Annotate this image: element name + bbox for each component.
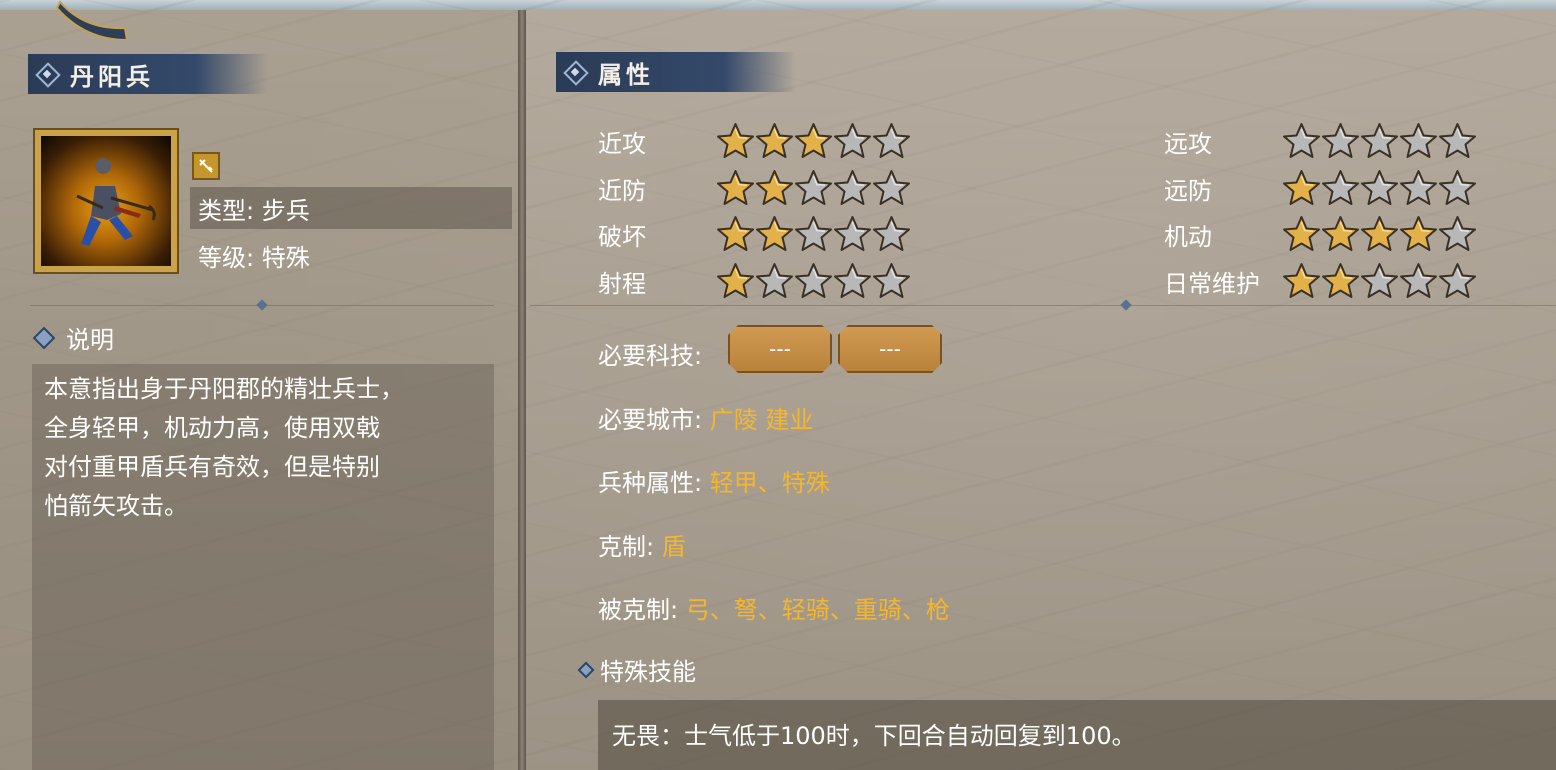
required-city-row: 必要城市: 广陵 建业	[598, 406, 814, 434]
description-heading: 说明	[32, 320, 114, 355]
unit-attribute-row: 兵种属性: 轻甲、特殊	[598, 469, 830, 497]
counters-row: 克制: 盾	[598, 533, 686, 561]
attr-rating-left-3	[716, 262, 911, 300]
attr-label-left-2: 破坏	[598, 223, 646, 251]
unit-title-bar: 丹阳兵	[28, 54, 268, 94]
star-empty-icon	[795, 170, 832, 205]
countered-by-row: 被克制: 弓、弩、轻骑、重骑、枪	[598, 596, 950, 624]
countered-by-value: 弓、弩、轻骑、重骑、枪	[685, 596, 950, 624]
attr-rating-right-2	[1282, 215, 1477, 253]
star-empty-icon	[1439, 170, 1476, 205]
star-empty-icon	[834, 216, 871, 251]
star-filled-icon	[756, 216, 793, 251]
star-empty-icon	[873, 216, 910, 251]
star-filled-icon	[1283, 263, 1320, 298]
star-filled-icon	[717, 216, 754, 251]
attr-rating-left-0	[716, 122, 911, 160]
infantry-type-badge-icon	[192, 152, 220, 180]
unit-grade-row: 等级: 特殊	[190, 234, 512, 276]
special-skill-heading: 特殊技能	[577, 652, 696, 687]
star-empty-icon	[1283, 123, 1320, 158]
star-empty-icon	[1361, 263, 1398, 298]
star-empty-icon	[1439, 263, 1476, 298]
attr-label-left-0: 近攻	[598, 130, 646, 158]
star-filled-icon	[717, 123, 754, 158]
required-tech-label: 必要科技:	[598, 342, 703, 370]
description-text: 本意指出身于丹阳郡的精壮兵士， 全身轻甲，机动力高，使用双戟 对付重甲盾兵有奇效…	[44, 375, 404, 520]
star-empty-icon	[1322, 123, 1359, 158]
attr-rating-right-3	[1282, 262, 1477, 300]
star-empty-icon	[1400, 170, 1437, 205]
special-skill-text: 无畏：士气低于100时，下回合自动回复到100。	[612, 722, 1136, 750]
star-filled-icon	[717, 263, 754, 298]
star-empty-icon	[1322, 170, 1359, 205]
star-empty-icon	[834, 123, 871, 158]
top-frame-strip	[0, 0, 1556, 10]
star-empty-icon	[756, 263, 793, 298]
attr-rating-left-1	[716, 169, 911, 207]
attr-rating-left-2	[716, 215, 911, 253]
attr-label-left-1: 近防	[598, 177, 646, 205]
star-empty-icon	[1439, 216, 1476, 251]
counters-value: 盾	[661, 533, 686, 561]
star-filled-icon	[1283, 170, 1320, 205]
title-diamond-icon	[564, 61, 586, 83]
unit-attribute-value: 轻甲、特殊	[709, 469, 830, 497]
star-empty-icon	[873, 170, 910, 205]
star-filled-icon	[756, 123, 793, 158]
star-filled-icon	[1361, 216, 1398, 251]
star-empty-icon	[795, 216, 832, 251]
star-empty-icon	[834, 170, 871, 205]
star-empty-icon	[873, 123, 910, 158]
required-tech-slot-2[interactable]: ---	[838, 325, 942, 373]
attributes-heading: 属性	[598, 59, 654, 89]
unit-type-row: 类型: 步兵	[190, 187, 512, 229]
star-empty-icon	[1400, 263, 1437, 298]
title-diamond-icon	[36, 63, 58, 85]
star-filled-icon	[1283, 216, 1320, 251]
required-city-value: 广陵 建业	[709, 406, 814, 434]
star-filled-icon	[795, 123, 832, 158]
star-filled-icon	[717, 170, 754, 205]
section-diamond-icon	[32, 326, 56, 349]
star-filled-icon	[1322, 216, 1359, 251]
star-empty-icon	[1439, 123, 1476, 158]
unit-type-text: 类型: 步兵	[198, 196, 310, 225]
star-filled-icon	[1322, 263, 1359, 298]
attr-label-right-0: 远攻	[1164, 130, 1212, 158]
unit-portrait[interactable]	[33, 128, 179, 274]
attr-rating-right-1	[1282, 169, 1477, 207]
star-empty-icon	[1361, 170, 1398, 205]
required-tech-slot-1[interactable]: ---	[728, 325, 832, 373]
attr-label-right-3: 日常维护	[1164, 270, 1260, 298]
star-empty-icon	[1361, 123, 1398, 158]
star-empty-icon	[873, 263, 910, 298]
panel-divider	[518, 10, 526, 770]
attr-rating-right-0	[1282, 122, 1477, 160]
unit-grade-text: 等级: 特殊	[198, 243, 310, 272]
attr-label-right-1: 远防	[1164, 177, 1212, 205]
star-filled-icon	[756, 170, 793, 205]
right-separator	[530, 305, 1556, 306]
attributes-title-bar: 属性	[556, 52, 796, 92]
soldier-figure-icon	[76, 158, 156, 246]
attr-label-right-2: 机动	[1164, 223, 1212, 251]
section-diamond-icon	[577, 661, 595, 678]
star-empty-icon	[795, 263, 832, 298]
star-empty-icon	[1400, 123, 1437, 158]
attr-label-left-3: 射程	[598, 270, 646, 298]
star-empty-icon	[834, 263, 871, 298]
unit-name: 丹阳兵	[70, 61, 154, 91]
star-filled-icon	[1400, 216, 1437, 251]
ornament-hook-icon	[55, 0, 129, 40]
